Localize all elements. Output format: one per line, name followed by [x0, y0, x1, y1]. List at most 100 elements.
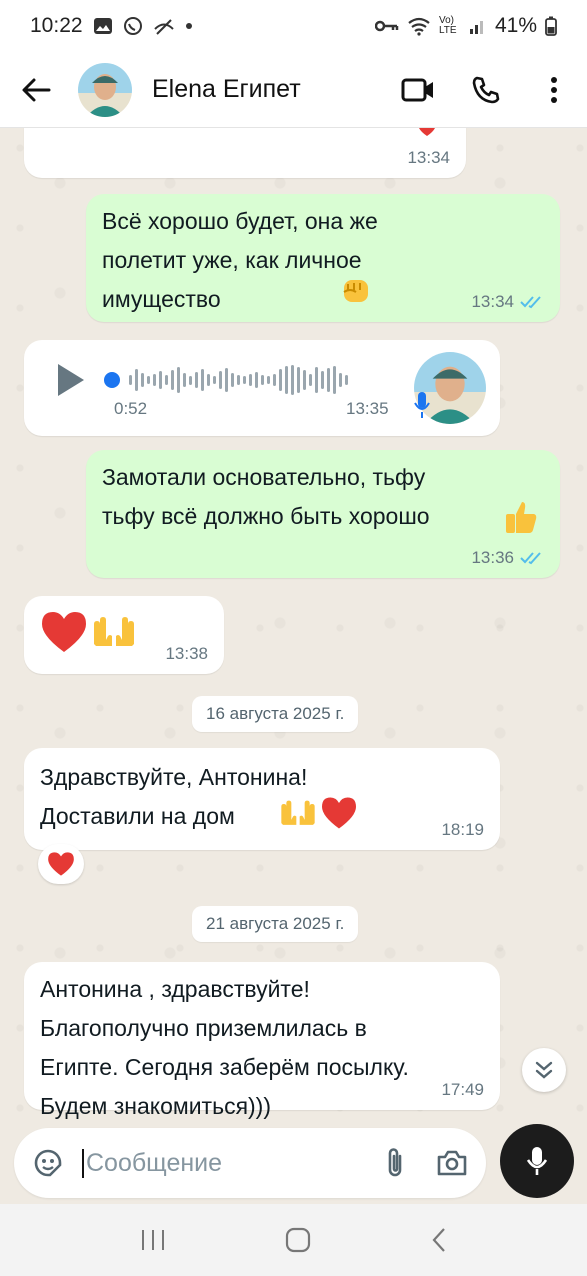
- voice-duration: 0:52: [114, 399, 148, 418]
- arrow-left-icon: [22, 78, 51, 101]
- waveform-bar: [297, 367, 300, 393]
- read-ticks-icon: [520, 296, 541, 309]
- chat-area[interactable]: 13:34 Всё хорошо будет, она же полетит у…: [0, 128, 587, 1128]
- gallery-notification-icon: [93, 17, 113, 35]
- message-time: 13:38: [165, 644, 208, 663]
- message-input-bar: [0, 1124, 587, 1202]
- message-incoming[interactable]: 13:38: [24, 596, 224, 674]
- recent-apps-button[interactable]: [140, 1228, 166, 1252]
- more-vertical-icon: [551, 76, 557, 103]
- message-incoming[interactable]: Здравствуйте, Антонина! Доставили на дом…: [24, 748, 500, 850]
- waveform-bar: [165, 375, 168, 385]
- date-label: 16 августа 2025 г.: [206, 704, 345, 723]
- waveform-bar: [129, 375, 132, 385]
- more-options-button[interactable]: [537, 73, 571, 107]
- battery-icon: [545, 16, 557, 36]
- date-separator: 21 августа 2025 г.: [192, 906, 359, 942]
- scroll-to-bottom-button[interactable]: [522, 1048, 566, 1092]
- sticker-button[interactable]: [32, 1147, 64, 1179]
- message-incoming[interactable]: Антонина , здравствуйте! Благополучно пр…: [24, 962, 500, 1119]
- waveform-bar: [159, 371, 162, 389]
- attach-button[interactable]: [384, 1146, 406, 1180]
- play-icon[interactable]: [54, 362, 86, 398]
- waveform-bar: [285, 366, 288, 394]
- whatsapp-notification-icon: [123, 16, 143, 36]
- waveform-bar: [201, 369, 204, 391]
- contact-avatar[interactable]: [78, 62, 132, 117]
- waveform-bar: [213, 376, 216, 384]
- video-call-button[interactable]: [401, 73, 435, 107]
- voice-message[interactable]: 0:52 13:35: [24, 340, 500, 436]
- camera-button[interactable]: [436, 1149, 468, 1177]
- fist-emoji: [343, 280, 368, 302]
- waveform-bar: [339, 373, 342, 387]
- waveform-bar: [291, 365, 294, 395]
- message-reaction[interactable]: [38, 844, 84, 884]
- dot-icon: [185, 22, 193, 30]
- network-label: Vo) LTE: [438, 15, 457, 36]
- read-ticks-icon: [520, 552, 541, 565]
- heart-emoji: [419, 128, 435, 136]
- battery-percent: 41%: [494, 14, 537, 37]
- raising-hands-emoji: [94, 617, 134, 646]
- message-text: Антонина , здравствуйте! Благополучно пр…: [40, 976, 409, 1119]
- date-label: 21 августа 2025 г.: [206, 914, 345, 933]
- wifi-icon: [407, 16, 431, 36]
- waveform-bar: [135, 369, 138, 391]
- voice-call-button[interactable]: [469, 73, 503, 107]
- message-input[interactable]: [82, 1148, 332, 1178]
- message-outgoing[interactable]: Замотали основательно, тьфу тьфу всё дол…: [86, 450, 560, 578]
- back-nav-button[interactable]: [431, 1227, 447, 1253]
- waveform-bar: [273, 374, 276, 386]
- waveform-bar: [225, 368, 228, 392]
- waveform-bar: [321, 371, 324, 389]
- message-time: 18:19: [441, 820, 484, 839]
- microphone-icon: [526, 1147, 548, 1175]
- waveform-bar: [255, 372, 258, 388]
- message-time: 13:36: [471, 548, 514, 567]
- waveform-bar: [219, 371, 222, 389]
- heart-emoji: [322, 797, 356, 829]
- signal-icon: [469, 17, 487, 35]
- waveform-bar: [189, 375, 192, 385]
- waveform-bar: [267, 376, 270, 384]
- key-icon: [374, 19, 399, 33]
- waveform-bar: [327, 368, 330, 392]
- waveform-bar: [279, 369, 282, 391]
- raising-hands-emoji: [281, 800, 315, 825]
- voice-record-button[interactable]: [500, 1124, 574, 1198]
- message-text: Замотали основательно, тьфу тьфу всё дол…: [102, 464, 430, 529]
- waveform-bar: [261, 375, 264, 385]
- waveform-bar: [147, 376, 150, 384]
- message-compose[interactable]: [14, 1128, 486, 1198]
- heart-emoji: [48, 852, 74, 876]
- waveform-bar: [309, 374, 312, 386]
- waveform-progress-dot[interactable]: [104, 372, 120, 388]
- waveform-bar: [345, 375, 348, 385]
- double-chevron-down-icon: [535, 1061, 553, 1079]
- waveform-bar: [237, 375, 240, 385]
- message-outgoing[interactable]: Всё хорошо будет, она же полетит уже, ка…: [86, 194, 560, 322]
- waveform-bar: [243, 376, 246, 384]
- message-time: 17:49: [441, 1080, 484, 1099]
- waveform-bar: [249, 374, 252, 386]
- message-incoming[interactable]: 13:34: [24, 128, 466, 178]
- recent-apps-icon: [141, 1230, 164, 1250]
- camera-icon: [437, 1150, 467, 1176]
- contact-name[interactable]: Elena Египет: [152, 75, 301, 104]
- waveform-bar: [207, 374, 210, 386]
- back-button[interactable]: [16, 70, 56, 110]
- phone-icon: [472, 76, 500, 103]
- microphone-icon: [414, 392, 430, 418]
- waveform-bar: [333, 366, 336, 394]
- waveform-bar: [141, 373, 144, 387]
- home-button[interactable]: [285, 1227, 311, 1253]
- waveform-bar: [315, 367, 318, 393]
- waveform-bar: [177, 367, 180, 393]
- chat-header: Elena Египет: [0, 52, 587, 128]
- waveform-bar: [231, 373, 234, 387]
- waveform-bar: [303, 370, 306, 390]
- message-time: 13:34: [471, 292, 514, 311]
- waveform-bar: [183, 373, 186, 387]
- system-nav-bar: [0, 1204, 587, 1276]
